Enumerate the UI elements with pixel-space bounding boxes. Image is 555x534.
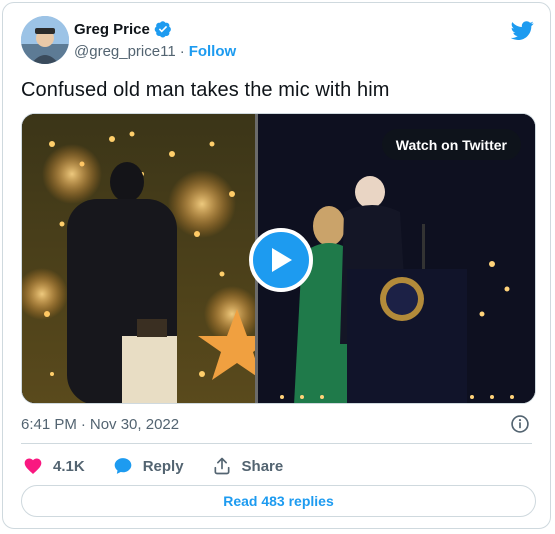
reply-label: Reply — [142, 457, 184, 475]
like-count: 4.1K — [53, 457, 85, 475]
tweet-text: Confused old man takes the mic with him — [21, 79, 390, 101]
share-label: Share — [241, 457, 284, 475]
action-bar: 4.1K Reply Share — [23, 455, 311, 477]
reply-button[interactable]: Reply — [113, 456, 184, 476]
separator-dot: · — [179, 43, 185, 60]
divider — [21, 443, 532, 444]
tweet-timestamp[interactable]: 6:41 PM · Nov 30, 2022 — [21, 416, 179, 433]
author-handle[interactable]: @greg_price11 — [74, 43, 176, 60]
watch-on-twitter-button[interactable]: Watch on Twitter — [381, 129, 521, 160]
play-button[interactable] — [249, 228, 313, 292]
like-button[interactable]: 4.1K — [23, 456, 85, 476]
twitter-bird-icon[interactable] — [511, 19, 534, 42]
separator-dot: · — [80, 416, 86, 433]
heart-icon — [24, 458, 42, 474]
speech-bubble-icon — [114, 458, 132, 474]
verified-badge-icon — [154, 21, 171, 38]
avatar[interactable] — [21, 16, 69, 64]
video-player[interactable]: Watch on Twitter — [21, 113, 536, 404]
info-icon[interactable] — [510, 414, 530, 434]
tweet-card: Greg Price @greg_price11 · Follow Confus… — [2, 2, 551, 529]
play-icon — [272, 248, 292, 272]
share-icon — [214, 457, 230, 475]
share-button[interactable]: Share — [212, 456, 284, 476]
read-replies-button[interactable]: Read 483 replies — [21, 485, 536, 517]
timestamp-date: Nov 30, 2022 — [89, 416, 180, 433]
author-name[interactable]: Greg Price — [74, 21, 150, 38]
follow-button[interactable]: Follow — [189, 43, 237, 60]
timestamp-time: 6:41 PM — [21, 416, 77, 433]
